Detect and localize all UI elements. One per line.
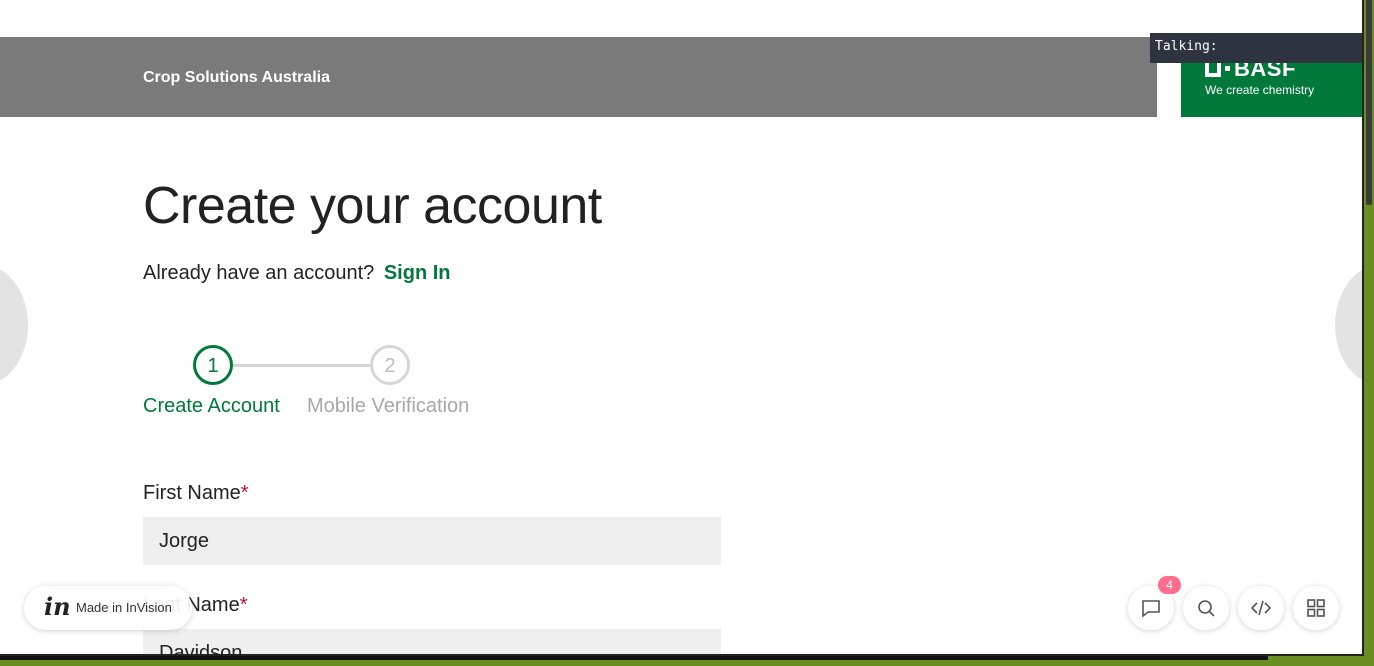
- stepper-connector: [231, 364, 371, 367]
- last-name-field[interactable]: Davidson: [143, 629, 721, 654]
- site-header: Crop Solutions Australia: [0, 37, 1157, 117]
- prototype-frame: Crop Solutions Australia BASF We create …: [0, 0, 1364, 656]
- search-icon: [1198, 600, 1215, 617]
- first-name-field[interactable]: Jorge: [143, 517, 721, 565]
- horizontal-scrollbar[interactable]: [0, 656, 1268, 660]
- next-screen-button[interactable]: [1335, 265, 1362, 385]
- required-mark: *: [240, 482, 249, 504]
- comment-icon: [1142, 600, 1160, 618]
- code-icon: [1251, 600, 1271, 616]
- site-title: Crop Solutions Australia: [143, 69, 330, 86]
- page-title: Create your account: [143, 177, 602, 235]
- step-1-indicator: 1: [193, 345, 233, 385]
- step-1-label: Create Account: [143, 395, 280, 417]
- first-name-label-text: First Name: [143, 482, 241, 504]
- grid-icon: [1307, 599, 1325, 617]
- talking-indicator: Talking:: [1150, 33, 1362, 63]
- signin-prompt: Already have an account?: [143, 262, 375, 284]
- screens-grid-button[interactable]: [1293, 586, 1339, 630]
- previous-screen-button[interactable]: [0, 265, 28, 385]
- search-button[interactable]: [1183, 586, 1229, 630]
- step-2-indicator: 2: [370, 345, 410, 385]
- scrollbar-thumb[interactable]: [1366, 0, 1372, 205]
- basf-dot-icon: [1225, 66, 1230, 71]
- made-in-invision-badge[interactable]: in Made in InVision: [24, 586, 192, 630]
- signin-row: Already have an account? Sign In: [143, 262, 451, 285]
- inspect-code-button[interactable]: [1238, 586, 1284, 630]
- comment-count-badge: 4: [1158, 576, 1181, 594]
- first-name-label: First Name*: [143, 482, 249, 505]
- basf-tagline: We create chemistry: [1205, 83, 1315, 97]
- step-2-label: Mobile Verification: [307, 395, 470, 417]
- required-mark: *: [239, 594, 248, 616]
- signin-link[interactable]: Sign In: [384, 262, 451, 284]
- invision-logo-icon: in: [44, 592, 71, 621]
- invision-label: Made in InVision: [76, 600, 172, 615]
